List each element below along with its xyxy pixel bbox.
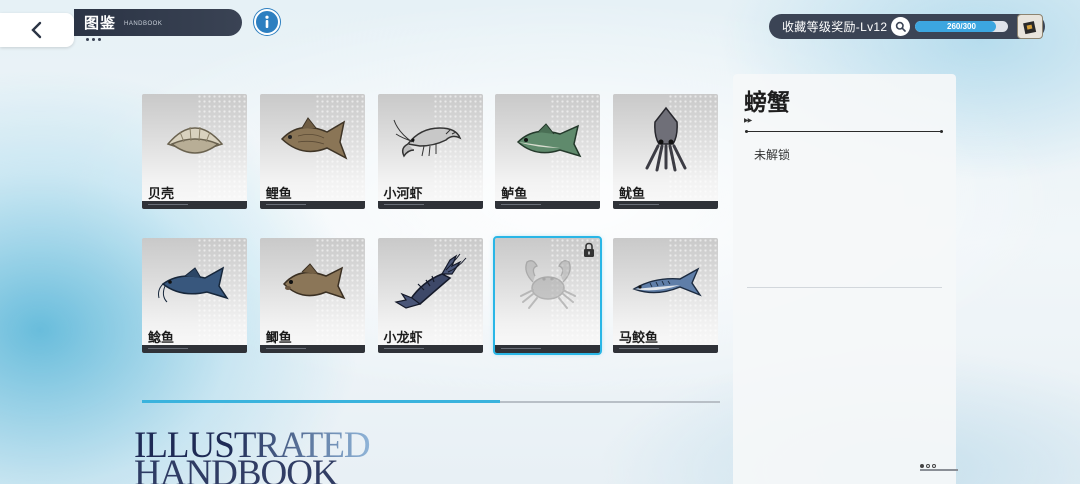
- crucian-carp-icon: [260, 248, 365, 318]
- page-indicator: [920, 464, 958, 471]
- bass-icon: [495, 104, 600, 174]
- card-footer: [259, 201, 365, 209]
- carp-icon: [260, 104, 365, 174]
- card-footer: [142, 201, 247, 209]
- item-name: 鲫鱼: [265, 330, 292, 345]
- card-footer: [613, 201, 718, 209]
- item-card-catfish[interactable]: 鲶鱼: [142, 238, 247, 353]
- info-button[interactable]: [254, 9, 280, 35]
- item-detail-panel: 螃蟹 ▶▶ 未解锁: [733, 74, 956, 484]
- detail-divider-lower: [747, 287, 942, 288]
- page-subtitle: HANDBOOK: [124, 21, 163, 27]
- item-card-carp[interactable]: 鲤鱼: [259, 94, 365, 209]
- shrimp-icon: [378, 104, 483, 174]
- reward-level-label: 收藏等级奖励-Lv12: [782, 20, 888, 34]
- item-card-bass[interactable]: 鲈鱼: [495, 94, 601, 209]
- item-name: 鲶鱼: [148, 330, 175, 345]
- item-card-crayfish[interactable]: 小龙虾: [377, 238, 483, 353]
- detail-title: 螃蟹: [744, 89, 790, 116]
- shell-icon: [142, 104, 247, 174]
- scrollbar-thumb[interactable]: [142, 400, 501, 403]
- item-name: 鲈鱼: [501, 186, 528, 201]
- grid-scrollbar[interactable]: [142, 400, 720, 403]
- collection-reward-bar[interactable]: 收藏等级奖励-Lv12 260/300: [769, 14, 1045, 39]
- card-footer: [613, 345, 718, 353]
- card-footer: [495, 345, 601, 353]
- item-name: 小河虾: [383, 186, 423, 201]
- item-card-shrimp[interactable]: 小河虾: [377, 94, 483, 209]
- reward-progress-text: 260/300: [947, 22, 976, 31]
- card-footer: [142, 345, 247, 353]
- card-footer: [377, 345, 483, 353]
- crayfish-icon: [378, 248, 483, 318]
- info-icon: [265, 15, 269, 28]
- search-icon[interactable]: [891, 17, 910, 36]
- item-name: 小龙虾: [383, 330, 423, 345]
- chevron-left-icon: [31, 21, 42, 39]
- item-card-shell[interactable]: 贝壳: [142, 94, 247, 209]
- item-name: 贝壳: [148, 186, 175, 201]
- mackerel-icon: [613, 248, 718, 318]
- item-card-crab-locked[interactable]: [493, 236, 603, 355]
- item-name: 鱿鱼: [619, 186, 646, 201]
- squid-icon: [613, 104, 718, 174]
- handbook-grid: 贝壳 鲤鱼 小河虾 鲈鱼 鱿鱼 鲶鱼 鲫鱼 小龙虾 马鲛鱼: [142, 94, 718, 355]
- item-name: 马鲛鱼: [619, 330, 659, 345]
- play-arrows-icon: ▶▶: [744, 118, 752, 124]
- reward-book-icon[interactable]: [1017, 14, 1043, 39]
- watermark-line-2: HANDBOOK: [134, 453, 339, 484]
- title-dots-decoration: [86, 38, 101, 41]
- detail-divider: [745, 130, 943, 133]
- lock-icon: [582, 242, 596, 263]
- page-title-bar: 图鉴 HANDBOOK: [74, 9, 242, 36]
- item-card-squid[interactable]: 鱿鱼: [613, 94, 718, 209]
- page-title: 图鉴: [84, 15, 117, 32]
- card-footer: [259, 345, 365, 353]
- card-footer: [495, 201, 601, 209]
- catfish-icon: [142, 248, 247, 318]
- item-name: 鲤鱼: [265, 186, 292, 201]
- card-footer: [377, 201, 483, 209]
- back-button[interactable]: [0, 13, 74, 47]
- illustrated-handbook-watermark: ILLUSTRATED HANDBOOK: [134, 427, 371, 484]
- item-card-mackerel[interactable]: 马鲛鱼: [613, 238, 718, 353]
- item-card-crucian-carp[interactable]: 鲫鱼: [259, 238, 365, 353]
- detail-status: 未解锁: [754, 148, 791, 162]
